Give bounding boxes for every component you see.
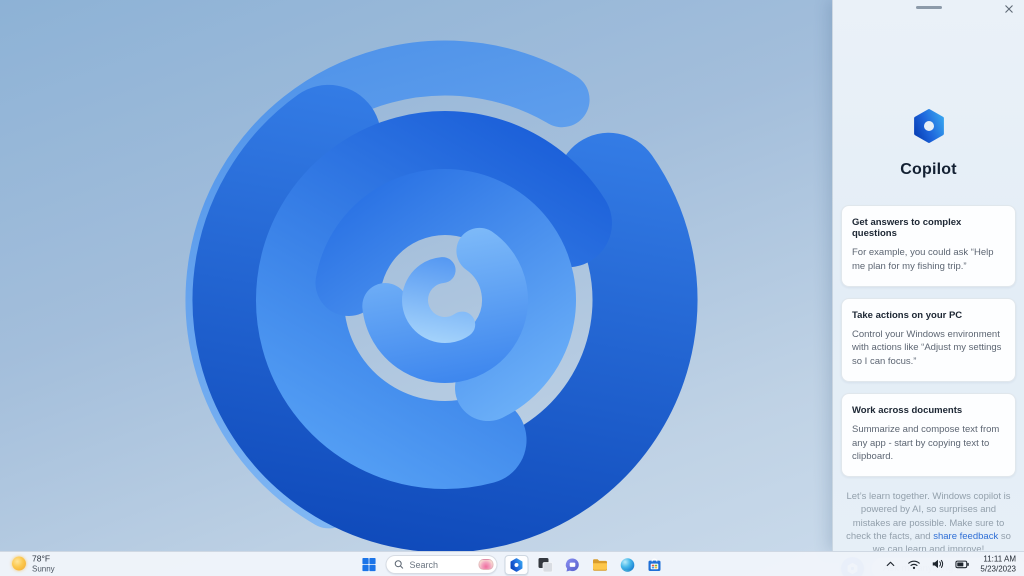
card-body: For example, you could ask “Help me plan… <box>852 247 994 272</box>
chat-button[interactable] <box>563 555 583 575</box>
taskbar-copilot-button[interactable] <box>504 554 529 575</box>
microsoft-store-button[interactable] <box>645 555 665 575</box>
suggestion-card-documents[interactable]: Work across documents Summarize and comp… <box>841 392 1016 478</box>
disclaimer: Let’s learn together. Windows copilot is… <box>845 490 1012 556</box>
chevron-up-icon <box>887 561 895 567</box>
copilot-panel: Copilot Get answers to complex questions… <box>832 0 1024 576</box>
taskbar-center: Search <box>360 552 665 576</box>
chat-icon <box>565 557 579 571</box>
battery-icon <box>955 560 970 568</box>
share-feedback-link[interactable]: share feedback <box>933 531 998 542</box>
weather-condition: Sunny <box>32 564 55 574</box>
tray-date: 5/23/2023 <box>980 564 1016 573</box>
screen: Copilot Get answers to complex questions… <box>0 0 1024 576</box>
hidden-icons-button[interactable] <box>882 556 899 573</box>
suggestion-card-answers[interactable]: Get answers to complex questions For exa… <box>841 205 1016 287</box>
system-tray: 11:11 AM 5/23/2023 <box>882 553 1018 574</box>
card-title: Get answers to complex questions <box>852 217 962 239</box>
file-explorer-icon <box>593 558 607 571</box>
panel-drag-handle[interactable] <box>915 6 942 9</box>
close-icon <box>1005 5 1013 13</box>
card-title: Work across documents <box>852 404 963 416</box>
close-button[interactable] <box>1002 2 1016 16</box>
battery-button[interactable] <box>953 556 972 572</box>
task-view-button[interactable] <box>536 555 556 575</box>
card-body: Control your Windows environment with ac… <box>852 328 1002 368</box>
suggestion-card-actions[interactable]: Take actions on your PC Control your Win… <box>841 297 1016 382</box>
suggestion-cards: Get answers to complex questions For exa… <box>841 205 1016 478</box>
weather-text: 78°F Sunny <box>32 553 55 574</box>
edge-icon <box>620 557 635 572</box>
search-icon <box>394 560 404 569</box>
card-title: Take actions on your PC <box>852 309 963 321</box>
weather-widget[interactable]: 78°F Sunny <box>8 553 59 576</box>
volume-button[interactable] <box>929 556 947 573</box>
tray-time: 11:11 AM <box>983 554 1016 564</box>
file-explorer-button[interactable] <box>590 555 611 575</box>
card-body: Summarize and compose text from any app … <box>852 423 1000 463</box>
panel-titlebar <box>833 0 1024 16</box>
microsoft-store-icon <box>648 558 661 571</box>
bloom-flower-graphic <box>185 40 705 560</box>
edge-button[interactable] <box>618 555 638 575</box>
speaker-icon <box>933 559 944 569</box>
taskbar: 78°F Sunny Search 11:11 AM 5/23/2023 <box>0 551 1024 576</box>
copilot-taskbar-icon <box>510 557 523 572</box>
copilot-logo-icon <box>913 109 944 143</box>
sun-icon <box>12 556 26 571</box>
windows-icon <box>362 557 376 572</box>
copilot-branding: Copilot <box>833 106 1024 179</box>
wifi-icon <box>908 560 921 570</box>
taskbar-search[interactable]: Search <box>385 555 498 574</box>
task-view-icon <box>538 557 553 572</box>
wifi-button[interactable] <box>905 556 923 573</box>
tray-clock[interactable]: 11:11 AM 5/23/2023 <box>978 553 1018 574</box>
search-placeholder: Search <box>409 559 439 570</box>
weather-temperature: 78°F <box>32 553 51 564</box>
search-daily-image <box>478 559 494 570</box>
start-button[interactable] <box>360 555 379 574</box>
panel-title: Copilot <box>900 161 957 178</box>
